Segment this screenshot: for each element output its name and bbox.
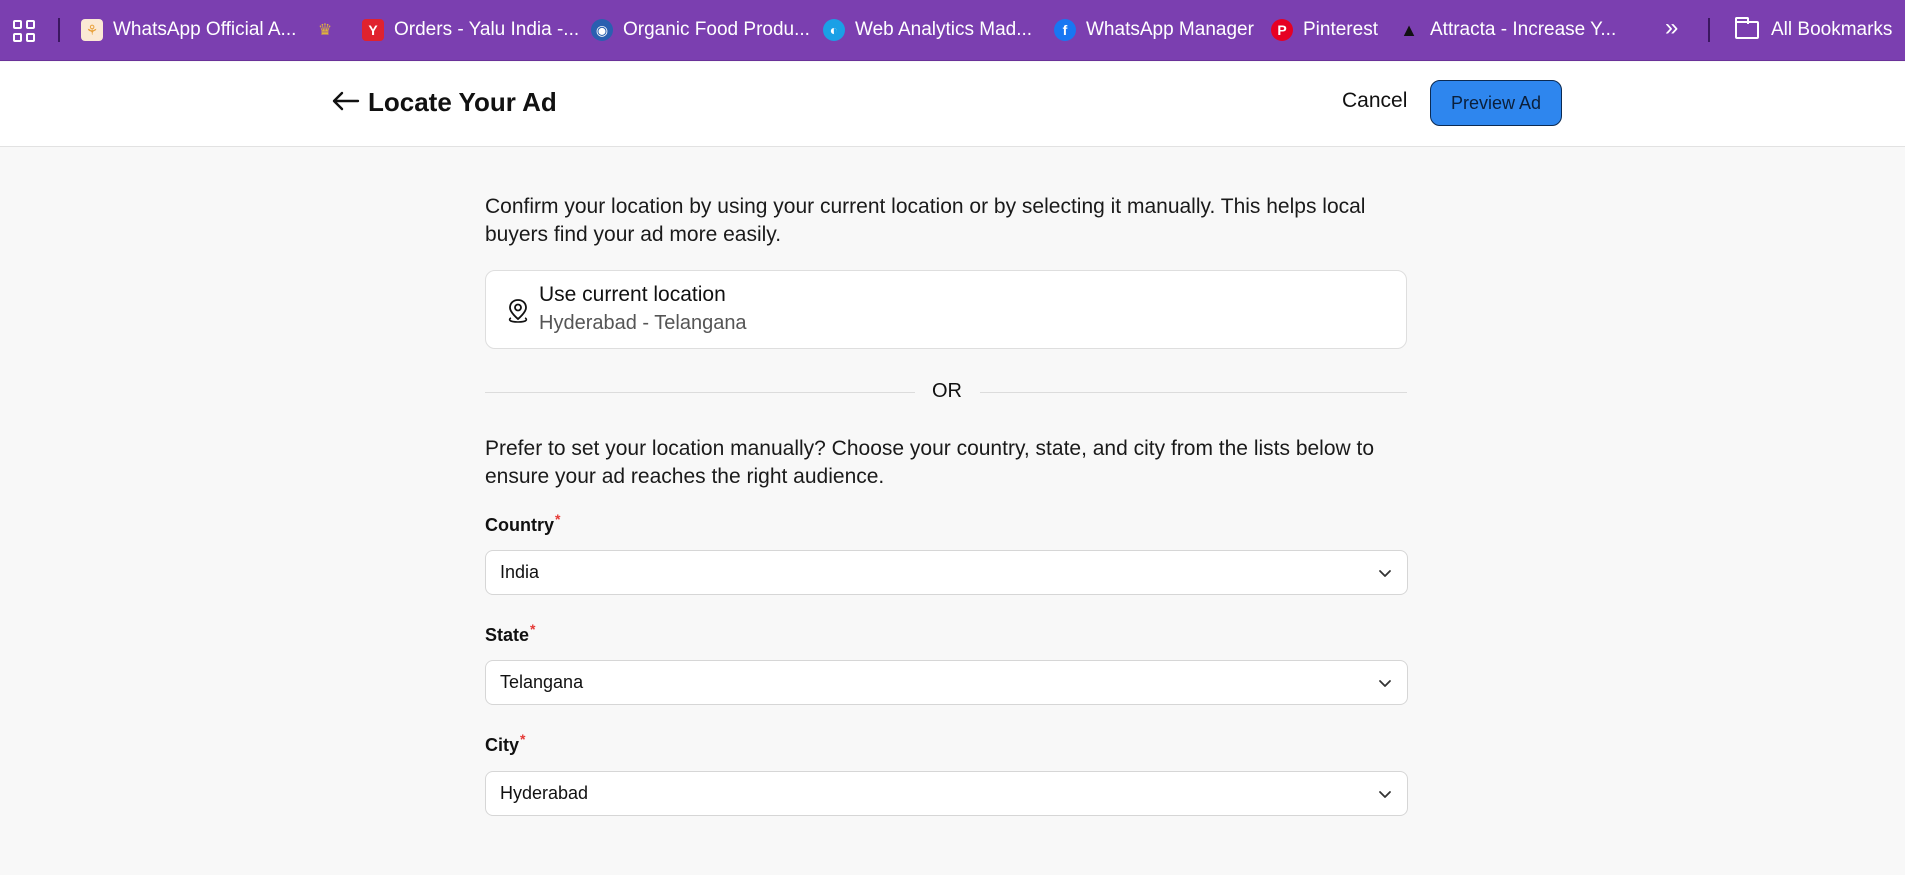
chevron-down-icon: [1379, 791, 1391, 798]
location-pin-icon: [508, 299, 528, 323]
bookmark-label: Pinterest: [1303, 19, 1378, 40]
country-select-value: India: [500, 562, 540, 582]
use-current-location-card[interactable]: Use current location Hyderabad - Telanga…: [485, 270, 1407, 349]
country-field-label: Country*: [485, 511, 560, 536]
globe-favicon: ◉: [591, 19, 613, 41]
bookmark-pinterest[interactable]: P Pinterest: [1271, 17, 1378, 43]
bookmark-yalu-logo[interactable]: ♛: [314, 17, 346, 43]
bookmark-whatsapp-official[interactable]: ⚘ WhatsApp Official A...: [81, 17, 296, 43]
city-field-label: City*: [485, 731, 525, 756]
intro-description: Confirm your location by using your curr…: [485, 195, 1366, 246]
use-current-location-label: Use current location: [539, 283, 726, 306]
current-location-value: Hyderabad - Telangana: [539, 312, 747, 334]
bookmark-label: Attracta - Increase Y...: [1430, 19, 1617, 40]
bookmark-label: WhatsApp Official A...: [113, 19, 297, 40]
divider-line: [485, 392, 915, 393]
chevron-down-icon: [1379, 570, 1391, 577]
whatsapp-official-favicon: ⚘: [81, 19, 103, 41]
required-asterisk: *: [555, 511, 561, 527]
country-select[interactable]: India: [485, 550, 1408, 595]
bookmark-label: Orders - Yalu India -...: [394, 19, 580, 40]
bookmark-label: Organic Food Produ...: [623, 19, 810, 40]
required-asterisk: *: [520, 731, 526, 747]
facebook-favicon: f: [1054, 19, 1076, 41]
state-label-text: State: [485, 625, 530, 645]
bookmark-orders-yalu[interactable]: Y Orders - Yalu India -...: [362, 17, 579, 43]
state-select[interactable]: Telangana: [485, 660, 1408, 705]
city-select[interactable]: Hyderabad: [485, 771, 1408, 816]
yalu-logo-favicon: ♛: [317, 22, 333, 39]
page-header: Locate Your Ad Cancel Preview Ad: [0, 62, 1905, 147]
chevron-down-icon: [1379, 680, 1391, 687]
attracta-favicon: ▲: [1400, 19, 1418, 40]
analytics-favicon: ◐: [823, 19, 845, 41]
all-bookmarks-button[interactable]: All Bookmarks: [1735, 17, 1892, 43]
back-arrow-icon[interactable]: [330, 86, 360, 116]
bookmark-label: WhatsApp Manager: [1086, 19, 1254, 40]
folder-icon: [1735, 17, 1759, 39]
bookmarks-bar: ⚘ WhatsApp Official A... ♛ Y Orders - Ya…: [0, 0, 1905, 61]
bookmark-web-analytics[interactable]: ◐ Web Analytics Mad...: [823, 17, 1032, 43]
page-title: Locate Your Ad: [368, 87, 557, 117]
bookmarks-separator: [1708, 18, 1710, 42]
divider-line: [980, 392, 1407, 393]
country-label-text: Country: [485, 515, 554, 535]
pinterest-favicon: P: [1271, 19, 1293, 41]
required-asterisk: *: [530, 621, 536, 637]
bookmarks-separator: [58, 18, 60, 42]
bookmarks-overflow-icon[interactable]: »: [1665, 14, 1678, 42]
bookmark-whatsapp-manager[interactable]: f WhatsApp Manager: [1054, 17, 1254, 43]
preview-ad-button[interactable]: Preview Ad: [1430, 80, 1562, 126]
state-field-label: State*: [485, 621, 535, 646]
or-divider-label: OR: [932, 380, 962, 402]
bookmark-attracta[interactable]: ▲ Attracta - Increase Y...: [1398, 17, 1616, 43]
bookmark-organic-food[interactable]: ◉ Organic Food Produ...: [591, 17, 810, 43]
apps-grid-icon[interactable]: [13, 20, 35, 42]
city-select-value: Hyderabad: [500, 783, 589, 803]
cancel-button[interactable]: Cancel: [1342, 89, 1407, 113]
all-bookmarks-label: All Bookmarks: [1771, 19, 1893, 40]
bookmark-label: Web Analytics Mad...: [855, 19, 1033, 40]
state-select-value: Telangana: [500, 672, 584, 692]
manual-location-description: Prefer to set your location manually? Ch…: [485, 437, 1375, 488]
yalu-y-favicon: Y: [362, 19, 384, 41]
city-label-text: City: [485, 735, 520, 755]
